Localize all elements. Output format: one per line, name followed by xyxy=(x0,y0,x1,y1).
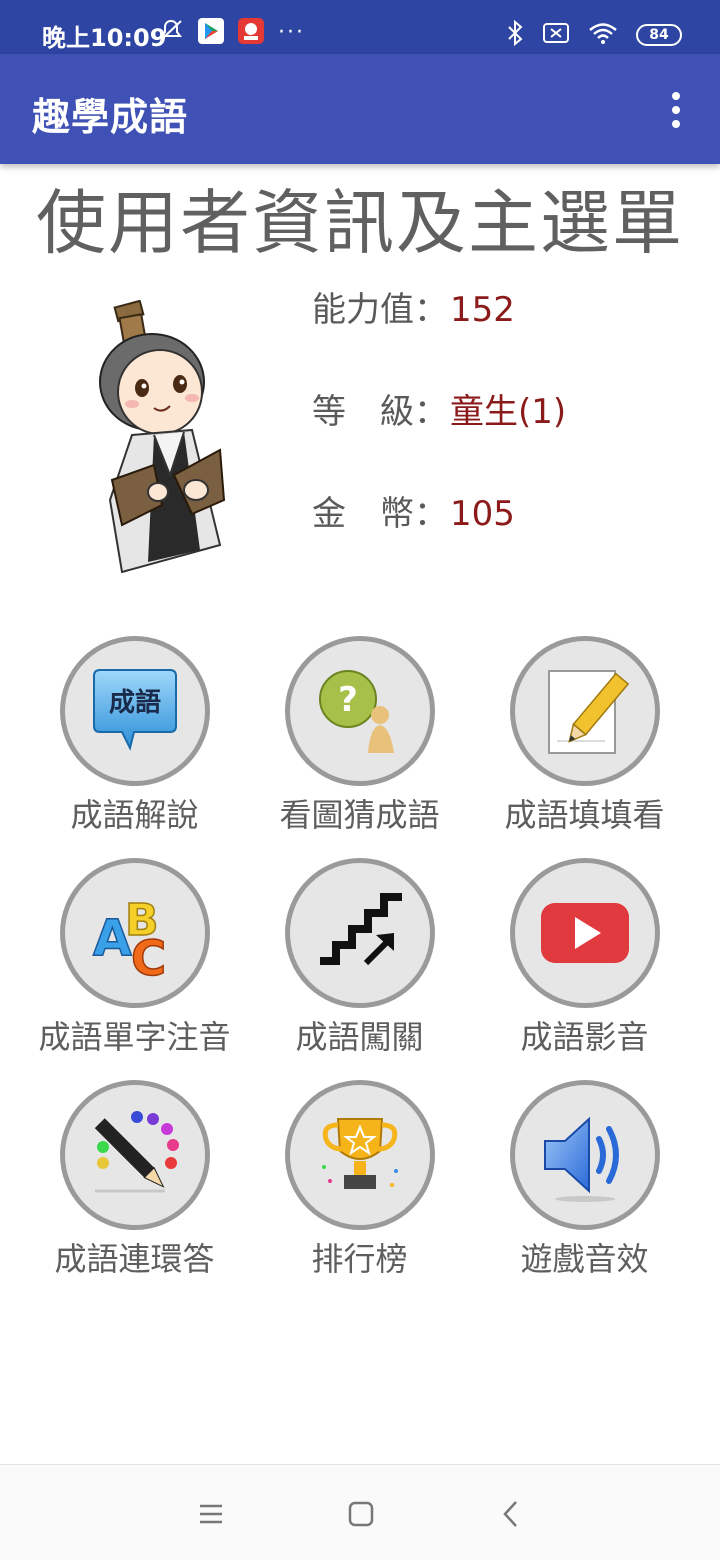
scholar-avatar xyxy=(92,299,242,575)
menu-label: 成語解說 xyxy=(70,796,199,834)
menu-label: 遊戲音效 xyxy=(520,1240,649,1278)
stat-value: 童生(1) xyxy=(450,392,567,432)
app-notification-icon xyxy=(238,18,264,48)
menu-challenge[interactable]: 成語闖關 xyxy=(247,858,472,1058)
pen-dots-icon[interactable] xyxy=(59,1080,210,1230)
menu-label: 成語連環答 xyxy=(54,1240,215,1278)
menu-label: 成語影音 xyxy=(520,1018,649,1056)
back-icon[interactable] xyxy=(496,1499,526,1529)
main-menu: 成語 成語解說 ? 看圖猜成語 成語填填看 A B C 成語單字注音 成語闖關 … xyxy=(22,636,698,1280)
video-play-icon[interactable] xyxy=(509,858,660,1008)
home-icon[interactable] xyxy=(346,1499,376,1529)
menu-phonetic[interactable]: A B C 成語單字注音 xyxy=(22,858,247,1058)
status-right-icons: 84 xyxy=(506,19,682,50)
svg-text:?: ? xyxy=(338,680,358,720)
user-stats: 能力值： 152 等 級： 童生(1) 金 幣： 105 xyxy=(312,288,692,594)
status-left-icons: ··· xyxy=(158,18,305,48)
menu-label: 成語闖關 xyxy=(295,1018,424,1056)
speaker-icon[interactable] xyxy=(509,1080,660,1230)
stat-value: 105 xyxy=(450,494,515,534)
sim-icon xyxy=(542,21,570,49)
stat-coins: 金 幣： 105 xyxy=(312,492,692,594)
menu-label: 成語單字注音 xyxy=(38,1018,231,1056)
menu-label: 成語填填看 xyxy=(504,796,665,834)
menu-sound-effects[interactable]: 遊戲音效 xyxy=(472,1080,697,1280)
bluetooth-icon xyxy=(506,19,524,50)
stat-value: 152 xyxy=(450,290,515,330)
status-time: 晚上10:09 xyxy=(42,24,167,52)
stat-label: 能力值： xyxy=(312,290,448,330)
pencil-paper-icon[interactable] xyxy=(509,636,660,786)
recents-menu-icon[interactable] xyxy=(196,1499,226,1529)
battery-icon: 84 xyxy=(636,24,682,46)
page-title: 使用者資訊及主選單 xyxy=(36,182,684,264)
question-person-icon[interactable]: ? xyxy=(284,636,435,786)
more-vert-icon[interactable] xyxy=(666,92,686,128)
system-nav-bar xyxy=(0,1464,720,1560)
more-notifications-icon: ··· xyxy=(278,20,305,45)
menu-picture-guess[interactable]: ? 看圖猜成語 xyxy=(247,636,472,836)
menu-label: 看圖猜成語 xyxy=(279,796,440,834)
wifi-icon xyxy=(588,21,618,49)
app-bar: 趣學成語 xyxy=(0,54,720,164)
abc-icon[interactable]: A B C xyxy=(59,858,210,1008)
svg-text:C: C xyxy=(131,931,166,983)
menu-idiom-explain[interactable]: 成語 成語解說 xyxy=(22,636,247,836)
play-store-icon xyxy=(198,18,224,48)
stat-level: 等 級： 童生(1) xyxy=(312,390,692,492)
menu-fill-in[interactable]: 成語填填看 xyxy=(472,636,697,836)
idiom-speech-icon[interactable]: 成語 xyxy=(59,636,210,786)
stat-ability: 能力值： 152 xyxy=(312,288,692,390)
trophy-icon[interactable] xyxy=(284,1080,435,1230)
stat-label: 等 級： xyxy=(312,392,448,432)
app-title: 趣學成語 xyxy=(32,95,189,139)
mute-icon xyxy=(158,18,184,48)
menu-video[interactable]: 成語影音 xyxy=(472,858,697,1058)
stat-label: 金 幣： xyxy=(312,494,448,534)
menu-chain-answer[interactable]: 成語連環答 xyxy=(22,1080,247,1280)
icon-badge-text: 成語 xyxy=(108,687,160,718)
menu-leaderboard[interactable]: 排行榜 xyxy=(247,1080,472,1280)
menu-label: 排行榜 xyxy=(311,1240,408,1278)
stairs-icon[interactable] xyxy=(284,858,435,1008)
